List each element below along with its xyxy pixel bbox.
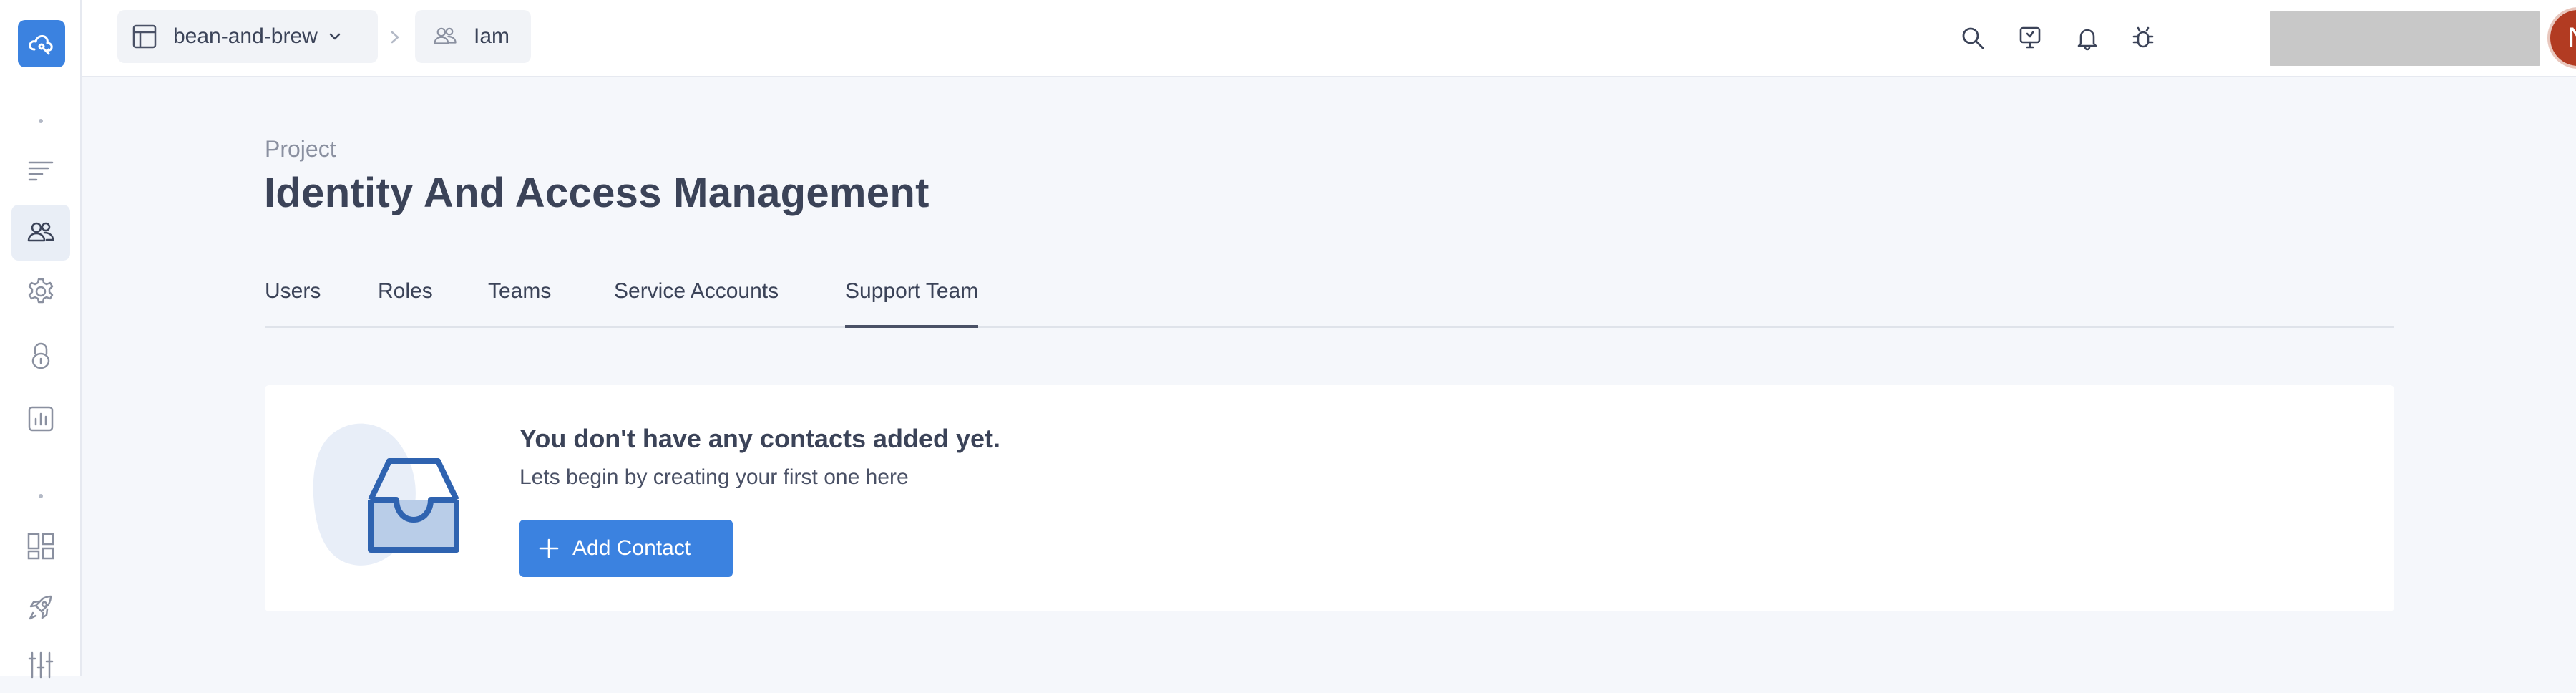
rocket-icon[interactable] [11, 580, 70, 636]
tab-service-accounts[interactable]: Service Accounts [614, 279, 779, 328]
tab-bar: Users Roles Teams Service Accounts Suppo… [265, 272, 2394, 328]
list-icon[interactable] [11, 142, 70, 198]
bug-icon[interactable] [2122, 17, 2164, 59]
chevron-down-icon [328, 29, 342, 44]
breadcrumb-label: Iam [474, 24, 510, 48]
logo-icon[interactable] [18, 20, 65, 67]
sidebar-separator-dot [39, 119, 43, 123]
chart-icon[interactable] [11, 391, 70, 447]
page-eyebrow: Project [265, 136, 336, 162]
redacted-block [2270, 11, 2540, 66]
gear-icon[interactable] [11, 263, 70, 319]
search-icon[interactable] [1952, 17, 1994, 59]
tab-teams[interactable]: Teams [488, 279, 551, 328]
breadcrumb-iam[interactable]: Iam [415, 10, 531, 63]
tab-roles[interactable]: Roles [378, 279, 433, 328]
project-selector[interactable]: bean-and-brew [117, 10, 378, 63]
add-contact-button[interactable]: Add Contact [519, 520, 733, 577]
add-contact-label: Add Contact [572, 536, 691, 560]
page-title: Identity And Access Management [264, 170, 930, 216]
screen-share-icon[interactable] [2009, 17, 2051, 59]
inbox-icon [308, 417, 465, 578]
chevron-right-icon [388, 26, 402, 49]
sidebar-separator-dot [39, 494, 43, 498]
empty-state-subtext: Lets begin by creating your first one he… [519, 465, 909, 489]
tab-support-team[interactable]: Support Team [845, 279, 979, 328]
plus-icon [538, 538, 560, 559]
sidebar [0, 0, 82, 679]
top-bar: bean-and-brew Iam [82, 0, 2576, 77]
empty-state-heading: You don't have any contacts added yet. [519, 424, 1001, 453]
users-icon[interactable] [11, 205, 70, 261]
bell-icon[interactable] [2067, 17, 2108, 59]
tab-users[interactable]: Users [265, 279, 321, 328]
project-name: bean-and-brew [173, 24, 318, 48]
empty-state-card: You don't have any contacts added yet. L… [265, 385, 2394, 611]
users-icon [432, 24, 458, 49]
project-icon [132, 24, 157, 49]
widgets-icon[interactable] [11, 518, 70, 574]
avatar[interactable]: N [2547, 7, 2576, 69]
sliders-icon[interactable] [11, 637, 70, 693]
lock-icon[interactable] [11, 328, 70, 384]
